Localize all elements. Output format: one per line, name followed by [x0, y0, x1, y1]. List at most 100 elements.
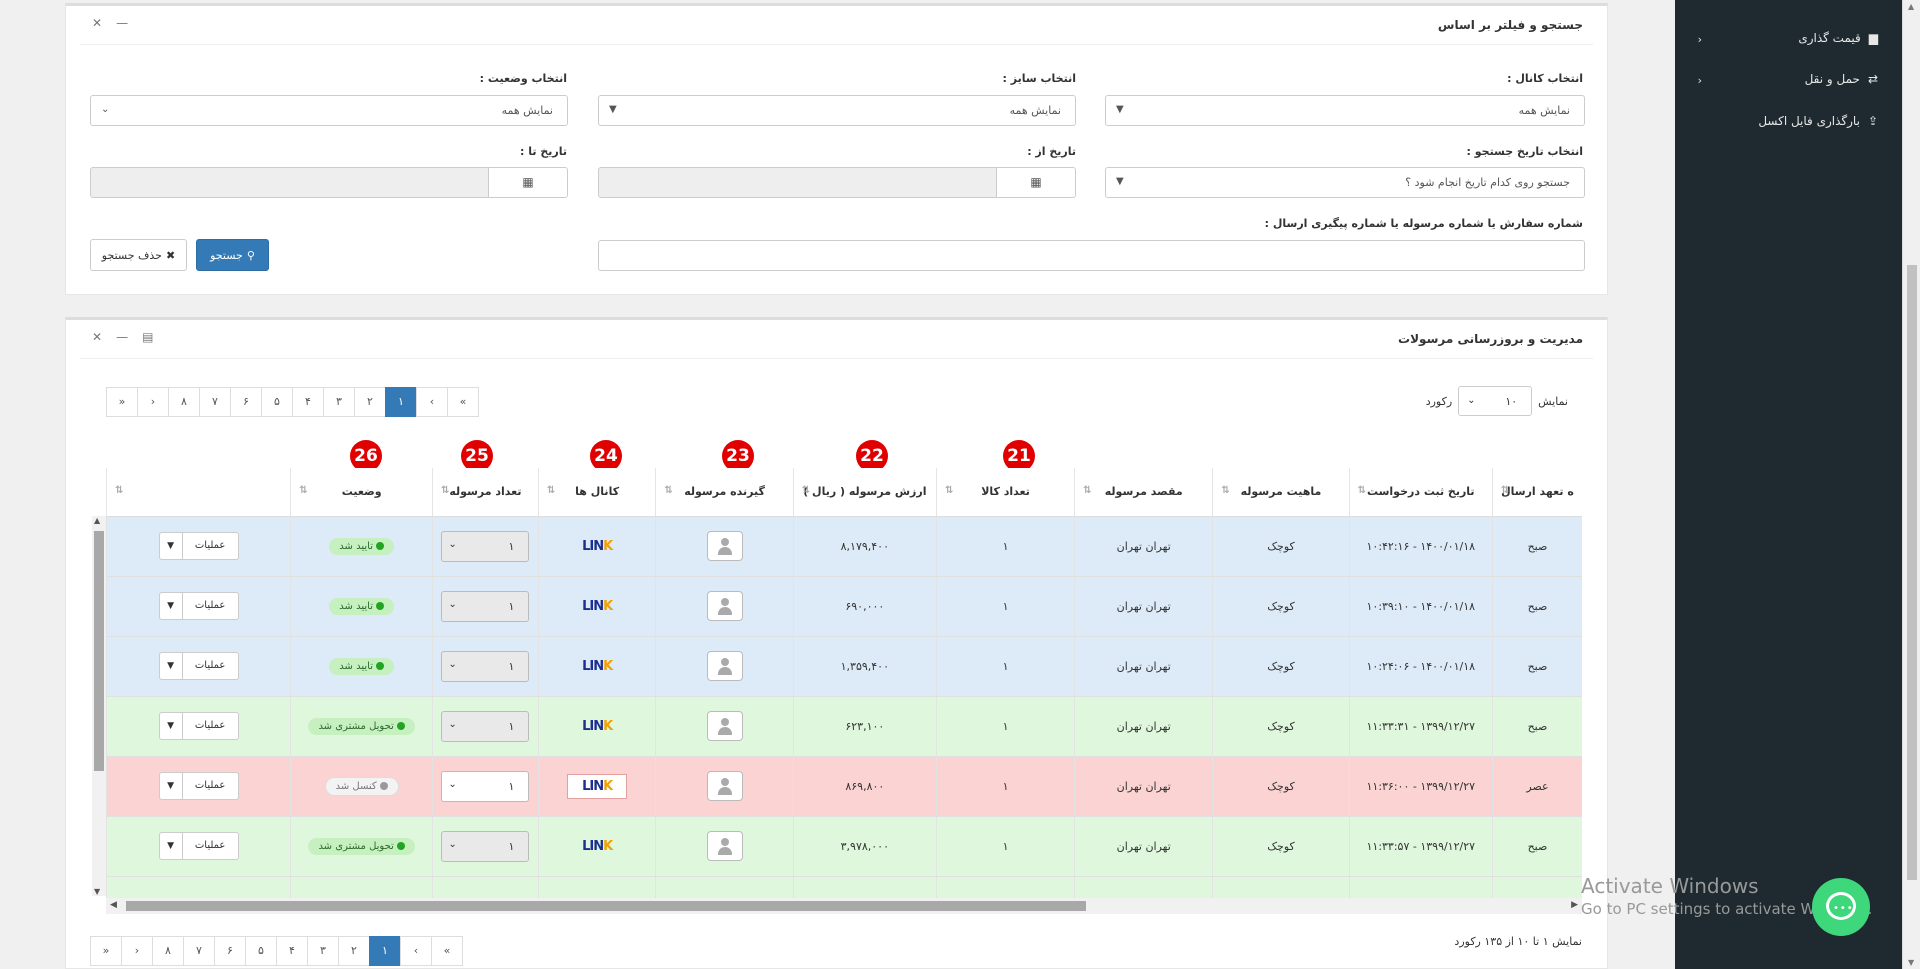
quantity-select[interactable]: ۱ ⌄: [441, 590, 530, 622]
date-to-field[interactable]: [90, 167, 489, 198]
column-header-status[interactable]: وضعیت ⇅: [290, 468, 433, 517]
first-page-button[interactable]: «: [431, 936, 463, 966]
user-icon[interactable]: [706, 531, 743, 561]
search-date-select[interactable]: جستجو روی کدام تاریخ انجام شود ؟ ▼: [1105, 167, 1585, 198]
search-button[interactable]: ⚲ جستجو: [196, 239, 269, 271]
column-header-quantity[interactable]: تعداد مرسوله ⇅: [432, 468, 539, 517]
page-7-button[interactable]: ۷: [199, 387, 231, 417]
chevron-left-icon[interactable]: ‹: [1698, 74, 1702, 87]
page-4-button[interactable]: ۴: [276, 936, 308, 966]
caret-down-icon[interactable]: ▼: [158, 532, 183, 560]
chat-button[interactable]: •••: [1812, 878, 1870, 936]
user-icon[interactable]: [706, 711, 743, 741]
table-vertical-scrollbar[interactable]: ▲ ▼: [92, 516, 106, 896]
column-header-operations[interactable]: ⇅: [105, 468, 291, 517]
scroll-down-icon[interactable]: ▼: [1908, 958, 1914, 967]
next-page-button[interactable]: ›: [121, 936, 153, 966]
sidebar-item-excel-upload[interactable]: ⇪ بارگذاری فایل اکسل: [1758, 114, 1878, 128]
sidebar-item-pricing[interactable]: ▆ قیمت گذاری: [1798, 31, 1878, 45]
page-1-button[interactable]: ۱: [385, 387, 417, 417]
scroll-right-icon[interactable]: ▶: [1571, 900, 1578, 910]
user-icon[interactable]: [706, 831, 743, 861]
operations-dropdown[interactable]: ▼ عملیات: [158, 712, 239, 740]
first-page-button[interactable]: «: [447, 387, 479, 417]
column-header-type[interactable]: ماهیت مرسوله ⇅: [1212, 468, 1350, 517]
prev-page-button[interactable]: ‹: [400, 936, 432, 966]
date-to-input[interactable]: ▦: [90, 167, 568, 198]
quantity-select[interactable]: ۱ ⌄: [441, 710, 530, 742]
minimize-icon[interactable]: —: [116, 16, 128, 30]
table-horizontal-scrollbar[interactable]: ◀ ▶: [106, 898, 1582, 914]
clear-search-button[interactable]: ✖ حذف جستجو: [90, 239, 187, 271]
caret-down-icon[interactable]: ▼: [158, 832, 183, 860]
size-select[interactable]: نمایش همه ▼: [598, 95, 1076, 126]
sidebar-item-transport[interactable]: ⇄ حمل و نقل: [1805, 72, 1878, 86]
minimize-icon[interactable]: —: [116, 330, 128, 344]
columns-icon[interactable]: ▤: [142, 330, 153, 344]
page-5-button[interactable]: ۵: [245, 936, 277, 966]
last-page-button[interactable]: »: [106, 387, 138, 417]
user-icon[interactable]: [706, 771, 743, 801]
scroll-up-icon[interactable]: ▲: [94, 516, 100, 525]
close-icon[interactable]: ✕: [92, 16, 102, 30]
page-8-button[interactable]: ۸: [168, 387, 200, 417]
chevron-left-icon[interactable]: ‹: [1698, 33, 1702, 46]
prev-page-button[interactable]: ‹: [416, 387, 448, 417]
last-page-button[interactable]: »: [90, 936, 122, 966]
scroll-up-icon[interactable]: ▲: [1908, 2, 1914, 11]
channel-logo: LINK: [582, 538, 613, 554]
scroll-thumb[interactable]: [1907, 265, 1917, 880]
calendar-icon[interactable]: ▦: [488, 167, 568, 198]
quantity-select[interactable]: ۱ ⌄: [441, 650, 530, 682]
page-6-button[interactable]: ۶: [230, 387, 262, 417]
page-scrollbar[interactable]: ▲ ▼: [1902, 0, 1920, 969]
caret-down-icon: ▼: [1116, 104, 1124, 115]
page-7-button[interactable]: ۷: [183, 936, 215, 966]
next-page-button[interactable]: ›: [137, 387, 169, 417]
page-5-button[interactable]: ۵: [261, 387, 293, 417]
column-header-recipient[interactable]: گیرنده مرسوله ⇅: [655, 468, 794, 517]
panel-title: جستجو و فیلتر بر اساس: [1437, 18, 1583, 32]
column-header-shift[interactable]: ه تعهد ارسال ⇅: [1491, 468, 1582, 517]
page-3-button[interactable]: ۳: [323, 387, 355, 417]
caret-down-icon[interactable]: ▼: [158, 712, 183, 740]
user-icon[interactable]: [706, 651, 743, 681]
operations-dropdown[interactable]: ▼ عملیات: [158, 772, 239, 800]
scroll-thumb[interactable]: [94, 531, 104, 771]
page-8-button[interactable]: ۸: [152, 936, 184, 966]
column-header-item-count[interactable]: تعداد کالا ⇅: [935, 468, 1075, 517]
operations-dropdown[interactable]: ▼ عملیات: [158, 532, 239, 560]
operations-dropdown[interactable]: ▼ عملیات: [158, 592, 239, 620]
order-number-input[interactable]: [598, 240, 1585, 271]
column-header-channels[interactable]: کانال ها ⇅: [537, 468, 656, 517]
quantity-select[interactable]: ۱ ⌄: [441, 830, 530, 862]
caret-down-icon[interactable]: ▼: [158, 652, 183, 680]
date-from-field[interactable]: [598, 167, 997, 198]
column-header-value[interactable]: ارزش مرسوله ( ریال ) ⇅: [792, 468, 937, 517]
scroll-left-icon[interactable]: ◀: [110, 900, 117, 910]
calendar-icon[interactable]: ▦: [996, 167, 1076, 198]
page-6-button[interactable]: ۶: [214, 936, 246, 966]
column-header-destination[interactable]: مقصد مرسوله ⇅: [1074, 468, 1213, 517]
operations-dropdown[interactable]: ▼ عملیات: [158, 652, 239, 680]
close-icon[interactable]: ✕: [92, 330, 102, 344]
channel-select[interactable]: نمایش همه ▼: [1105, 95, 1585, 126]
operations-dropdown[interactable]: ▼ عملیات: [158, 832, 239, 860]
user-icon[interactable]: [706, 591, 743, 621]
pagination-top: » › ۸ ۷ ۶ ۵ ۴ ۳ ۲ ۱ ‹ «: [106, 387, 479, 417]
caret-down-icon[interactable]: ▼: [158, 592, 183, 620]
caret-down-icon[interactable]: ▼: [158, 772, 183, 800]
page-3-button[interactable]: ۳: [307, 936, 339, 966]
scroll-down-icon[interactable]: ▼: [94, 887, 100, 896]
column-header-date[interactable]: تاریخ ثبت درخواست ⇅: [1348, 468, 1493, 517]
status-select[interactable]: نمایش همه ⌄: [90, 95, 568, 126]
quantity-select[interactable]: ۱ ⌄: [441, 770, 530, 802]
quantity-select[interactable]: ۱ ⌄: [441, 530, 530, 562]
page-length-select[interactable]: ۱۰ ⌄: [1458, 386, 1533, 416]
page-4-button[interactable]: ۴: [292, 387, 324, 417]
date-from-input[interactable]: ▦: [598, 167, 1076, 198]
page-2-button[interactable]: ۲: [354, 387, 386, 417]
scroll-thumb[interactable]: [126, 901, 1086, 911]
page-2-button[interactable]: ۲: [338, 936, 370, 966]
page-1-button[interactable]: ۱: [369, 936, 401, 966]
